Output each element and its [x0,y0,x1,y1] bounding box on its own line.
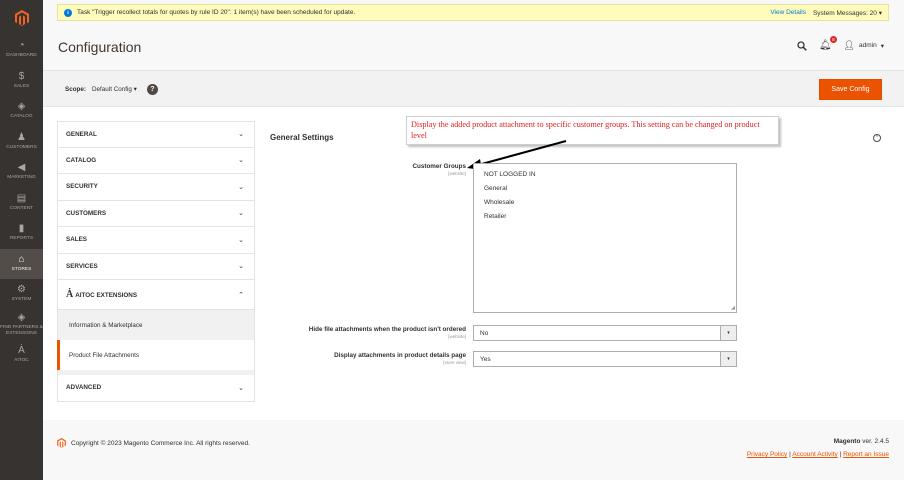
speedometer-icon: ◔ [18,40,25,52]
nav-aitoc[interactable]: Ȧ AITOC [0,340,43,371]
scope-dropdown[interactable]: Default Config ▾ [92,86,137,93]
annotation-callout: Display the added product attachment to … [406,116,779,145]
megaphone-icon: ◀ [17,162,26,174]
magento-logo-icon [14,9,29,26]
nav-stores[interactable]: ⌂ STORES [0,248,43,279]
person-icon: ♟ [17,131,26,143]
chevron-up-icon: ⌃ [238,291,244,299]
scope-hint: [website] [448,171,466,176]
option-retailer[interactable]: Retailer [484,210,726,224]
customer-groups-label: Customer Groups [website] [300,163,466,176]
layout-icon: ▤ [16,192,27,204]
dollar-icon: $ [18,70,25,82]
collapse-icon[interactable]: ⌃ [873,134,881,142]
cube-icon: ◈ [17,101,26,113]
tab-security[interactable]: SECURITY ⌄ [57,174,255,201]
tab-advanced[interactable]: ADVANCED ⌄ [57,375,255,402]
section-title[interactable]: General Settings [270,133,334,142]
chevron-down-icon: ▾ [880,42,884,50]
page-title: Configuration [58,39,142,55]
notification-count-badge: 8 [830,36,837,43]
display-attachments-select[interactable]: Yes ▾ [473,351,737,367]
user-name: admin [859,42,877,49]
hide-attachments-select[interactable]: No ▾ [473,325,737,341]
chevron-down-icon: ▾ [878,9,882,17]
nav-reports[interactable]: ▮ REPORTS [0,218,43,249]
tab-services[interactable]: SERVICES ⌄ [57,253,255,280]
nav-customers[interactable]: ♟ CUSTOMERS [0,127,43,158]
chevron-down-icon: ⌄ [238,236,244,244]
user-icon: 👤︎ [843,40,856,50]
scope-switcher: Scope: Default Config ▾ ? [65,84,158,95]
view-details-link[interactable]: View Details [770,9,806,16]
option-not-logged-in[interactable]: NOT LOGGED IN [484,168,726,182]
dropdown-arrow-icon: ▾ [720,326,736,340]
gear-icon: ⚙ [17,284,26,296]
tab-aitoc-extensions[interactable]: Ȧ AITOC EXTENSIONS ⌃ [57,280,255,310]
privacy-policy-link[interactable]: Privacy Policy [747,451,787,458]
info-icon: i [64,8,72,17]
notifications-button[interactable]: 🔔︎ 8 [818,36,837,51]
cube-extension-icon: ◈ [17,312,26,324]
header-actions: 🔔︎ 8 👤︎ admin ▾ [797,36,884,51]
footer-links: Privacy Policy | Account Activity | Repo… [746,451,889,458]
tab-customers[interactable]: CUSTOMERS ⌄ [57,200,255,227]
system-messages-toggle[interactable]: System Messages: 20 ▾ [813,9,882,17]
customer-groups-multiselect[interactable]: NOT LOGGED IN General Wholesale Retailer… [473,163,737,313]
resize-handle-icon[interactable]: ◢ [731,305,735,311]
copyright: Copyright © 2023 Magento Commerce Inc. A… [57,438,250,448]
option-general[interactable]: General [484,182,726,196]
chevron-down-icon: ⌄ [238,384,244,392]
account-activity-link[interactable]: Account Activity [792,451,838,458]
report-issue-link[interactable]: Report an Issue [843,451,889,458]
nav-sales[interactable]: $ SALES [0,66,43,97]
notice-message: Task "Trigger recollect totals for quote… [77,9,356,16]
magento-logo-icon [57,438,66,448]
sub-tab-product-file-attachments[interactable]: Product File Attachments [57,340,255,370]
chevron-down-icon: ⌄ [238,263,244,271]
sub-tab-information-marketplace[interactable]: Information & Marketplace [57,310,255,340]
bell-icon: 🔔︎ [818,40,832,51]
dropdown-arrow-icon: ▾ [720,352,736,366]
display-attachments-label: Display attachments in product details p… [260,352,466,365]
tab-sales[interactable]: SALES ⌄ [57,227,255,254]
magento-logo[interactable] [0,0,43,35]
scope-label: Scope: [65,86,86,93]
caret-down-icon: ▾ [133,86,137,93]
chevron-down-icon: ⌄ [238,183,244,191]
nav-catalog[interactable]: ◈ CATALOG [0,96,43,127]
config-tabs: GENERAL ⌄ CATALOG ⌄ SECURITY ⌄ CUSTOMERS ⌄ S… [57,121,255,402]
user-menu[interactable]: 👤︎ admin ▾ [844,40,884,51]
system-notice: i Task "Trigger recollect totals for quo… [57,4,889,21]
bar-chart-icon: ▮ [18,223,25,235]
chevron-down-icon: ⌄ [238,131,244,139]
scope-bar: Scope: Default Config ▾ ? Save Config [43,70,904,107]
version-info: Magento ver. 2.4.5 [833,438,889,445]
store-icon: ⌂ [18,253,25,265]
hide-attachments-label: Hide file attachments when the product i… [260,326,466,339]
aitoc-logo-icon: Ȧ [66,289,74,300]
nav-marketing[interactable]: ◀ MARKETING [0,157,43,188]
nav-system[interactable]: ⚙ SYSTEM [0,279,43,310]
chevron-down-icon: ⌄ [238,157,244,165]
admin-sidebar: ◔ DASHBOARD $ SALES ◈ CATALOG ♟ CUSTOMERS ◀ M… [0,0,43,480]
search-icon[interactable] [797,40,807,51]
tab-catalog[interactable]: CATALOG ⌄ [57,147,255,174]
scope-hint: [store view] [443,360,466,365]
nav-find-partners[interactable]: ◈ FIND PARTNERS & EXTENSIONS [0,310,43,341]
aitoc-logo-icon: Ȧ [18,345,25,357]
chevron-down-icon: ⌄ [238,210,244,218]
help-icon[interactable]: ? [146,84,158,95]
scope-hint: [website] [448,334,466,339]
save-config-button[interactable]: Save Config [819,79,882,100]
nav-content[interactable]: ▤ CONTENT [0,188,43,219]
option-wholesale[interactable]: Wholesale [484,196,726,210]
nav-dashboard[interactable]: ◔ DASHBOARD [0,35,43,66]
tab-general[interactable]: GENERAL ⌄ [57,121,255,148]
